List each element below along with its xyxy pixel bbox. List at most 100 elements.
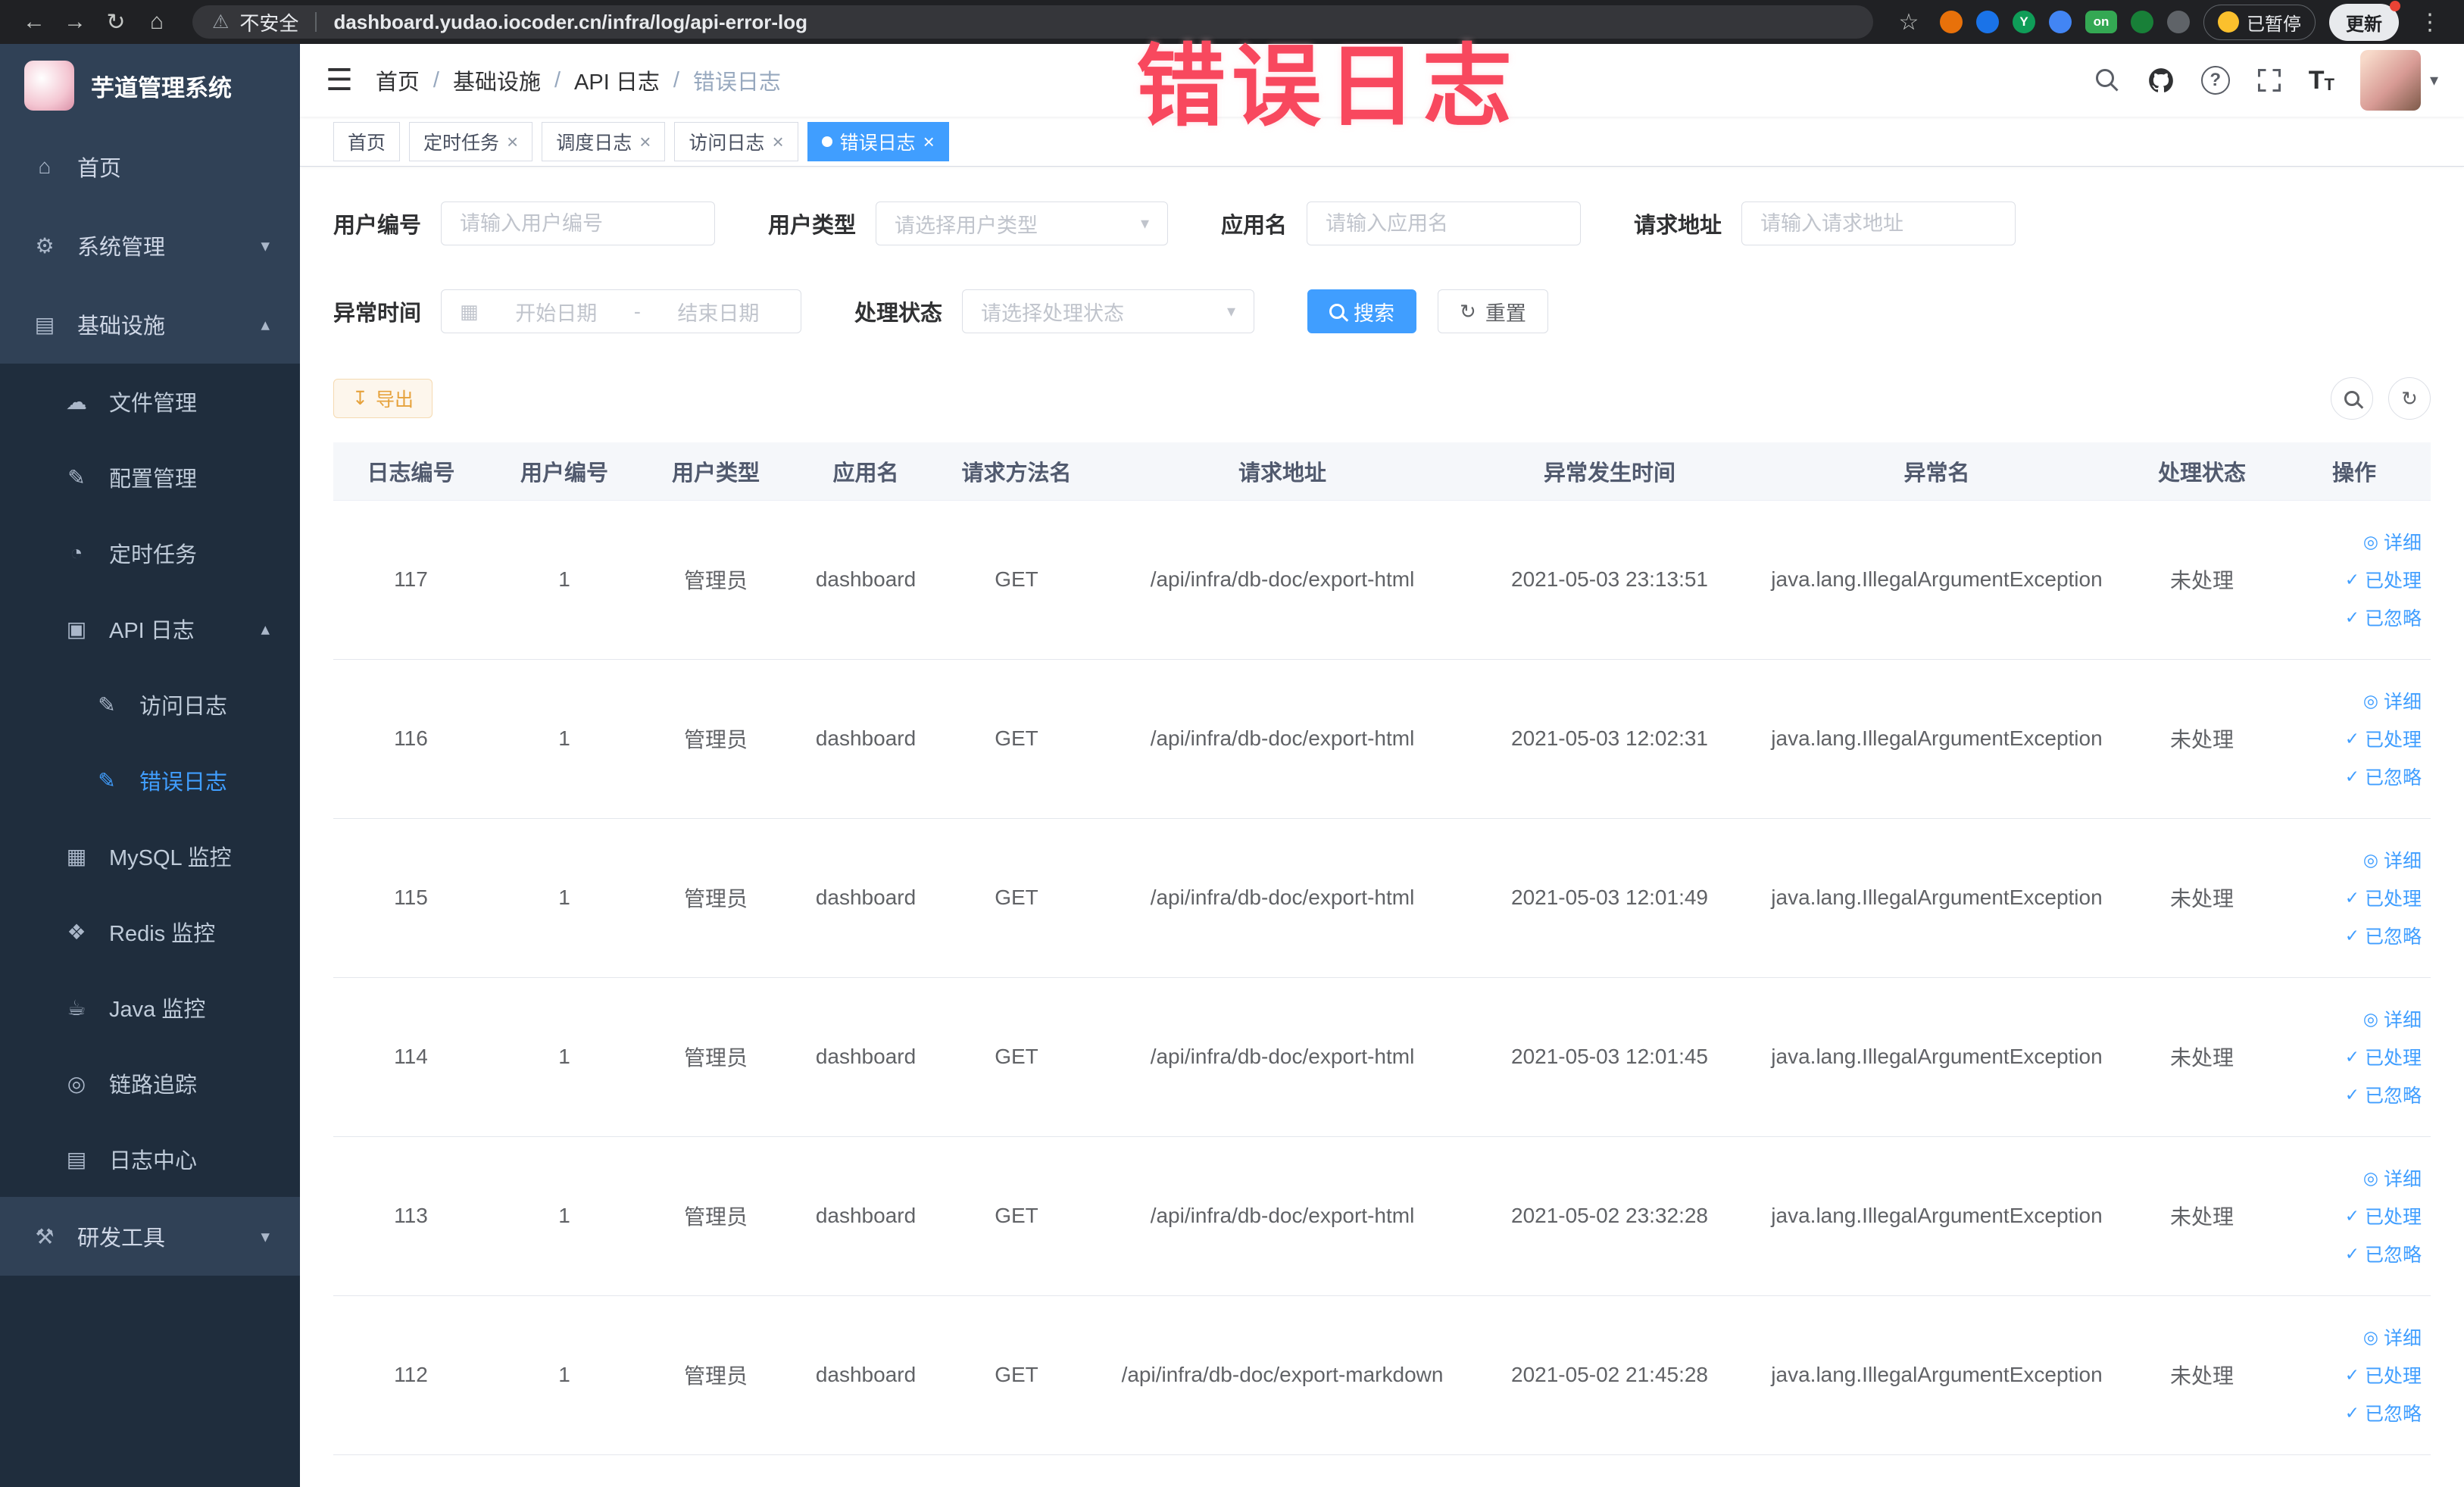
sidebar-item-api-logs[interactable]: ▣ API 日志 ▴ xyxy=(0,591,300,667)
processed-link[interactable]: ✓ 已处理 xyxy=(2345,1202,2422,1229)
detail-link[interactable]: ◎ 详细 xyxy=(2363,687,2422,714)
extension-icon-on[interactable]: on xyxy=(2085,11,2117,33)
cell-log-id: 113 xyxy=(333,1136,489,1296)
eye-icon: ◎ xyxy=(2363,849,2378,870)
cell-user-type: 管理员 xyxy=(640,1136,792,1296)
cell-request-url: /api/infra/db-doc/export-html xyxy=(1093,977,1472,1137)
sidebar-item-dev-tools[interactable]: ⚒ 研发工具 ▾ xyxy=(0,1197,300,1276)
cell-exception-time: 2021-05-03 12:01:49 xyxy=(1472,818,1747,978)
sidebar-item-log-center[interactable]: ▤ 日志中心 xyxy=(0,1121,300,1197)
close-icon[interactable]: × xyxy=(507,132,518,152)
detail-link[interactable]: ◎ 详细 xyxy=(2363,1164,2422,1192)
sidebar-item-file-management[interactable]: ☁ 文件管理 xyxy=(0,364,300,439)
process-status-label: 处理状态 xyxy=(854,301,943,326)
logo[interactable]: 芋道管理系统 xyxy=(0,44,300,127)
processed-link[interactable]: ✓ 已处理 xyxy=(2345,725,2422,752)
cloud-icon: ☁ xyxy=(66,389,87,414)
breadcrumb-item-home[interactable]: 首页 xyxy=(376,64,420,96)
close-icon[interactable]: × xyxy=(639,132,651,152)
search-button[interactable]: 搜索 xyxy=(1307,289,1417,333)
detail-link[interactable]: ◎ 详细 xyxy=(2363,846,2422,873)
detail-link[interactable]: ◎ 详细 xyxy=(2363,1323,2422,1351)
user-type-select[interactable]: 请选择用户类型 ▾ xyxy=(876,201,1169,245)
process-status-select[interactable]: 请选择处理状态 ▾ xyxy=(962,289,1255,333)
refresh-button[interactable]: ↻ xyxy=(2388,377,2431,420)
sidebar-item-system[interactable]: ⚙ 系统管理 ▾ xyxy=(0,206,300,285)
sidebar-item-error-log[interactable]: ✎ 错误日志 xyxy=(0,742,300,818)
sidebar-item-config-management[interactable]: ✎ 配置管理 xyxy=(0,439,300,515)
browser-chrome: ← → ↻ ⌂ ⚠ 不安全 dashboard.yudao.iocoder.cn… xyxy=(0,0,2464,44)
cell-log-id: 112 xyxy=(333,1295,489,1455)
app-name-input[interactable] xyxy=(1307,201,1582,245)
url-bar[interactable]: ⚠ 不安全 dashboard.yudao.iocoder.cn/infra/l… xyxy=(192,5,1873,39)
tab-access-log[interactable]: 访问日志 × xyxy=(674,121,798,161)
user-id-input[interactable] xyxy=(441,201,716,245)
font-size-icon[interactable]: TT xyxy=(2309,67,2334,93)
cell-log-id: 115 xyxy=(333,818,489,978)
chevron-down-icon: ▾ xyxy=(1140,214,1150,233)
help-icon[interactable]: ? xyxy=(2200,66,2230,95)
sidebar-item-infrastructure[interactable]: ▤ 基础设施 ▴ xyxy=(0,285,300,364)
processed-link[interactable]: ✓ 已处理 xyxy=(2345,566,2422,593)
sidebar-item-home[interactable]: ⌂ 首页 xyxy=(0,127,300,206)
cell-app-name: dashboard xyxy=(792,818,940,978)
paused-badge[interactable]: 已暂停 xyxy=(2203,4,2316,40)
tab-schedule-log[interactable]: 调度日志 × xyxy=(542,121,666,161)
exception-time-range[interactable]: ▦ 开始日期 - 结束日期 xyxy=(441,289,802,333)
processed-link[interactable]: ✓ 已处理 xyxy=(2345,1361,2422,1389)
export-button[interactable]: ↧ 导出 xyxy=(333,379,433,418)
sidebar-item-access-log[interactable]: ✎ 访问日志 xyxy=(0,667,300,742)
reset-button[interactable]: ↻ 重置 xyxy=(1438,289,1548,333)
sidebar-item-mysql-monitor[interactable]: ▦ MySQL 监控 xyxy=(0,818,300,894)
ignored-link[interactable]: ✓ 已忽略 xyxy=(2345,1081,2422,1108)
close-icon[interactable]: × xyxy=(772,132,783,152)
ignored-link[interactable]: ✓ 已忽略 xyxy=(2345,1240,2422,1267)
reload-icon[interactable]: ↻ xyxy=(98,9,133,36)
user-menu[interactable]: ▾ xyxy=(2359,50,2438,111)
sidebar-item-redis-monitor[interactable]: ❖ Redis 监控 xyxy=(0,894,300,970)
ignored-link[interactable]: ✓ 已忽略 xyxy=(2345,1399,2422,1426)
breadcrumb-item-infrastructure[interactable]: 基础设施 xyxy=(453,64,541,96)
sidebar-item-trace[interactable]: ◎ 链路追踪 xyxy=(0,1045,300,1121)
sidebar-item-java-monitor[interactable]: ☕ Java 监控 xyxy=(0,970,300,1045)
home-icon[interactable]: ⌂ xyxy=(139,9,174,35)
ignored-link[interactable]: ✓ 已忽略 xyxy=(2345,604,2422,631)
toggle-search-button[interactable] xyxy=(2331,377,2373,420)
calendar-icon: ▦ xyxy=(460,299,479,323)
github-icon[interactable] xyxy=(2147,66,2175,95)
forward-icon[interactable]: → xyxy=(58,9,92,35)
extension-icon-grid[interactable] xyxy=(2049,11,2072,33)
breadcrumb-item-api-logs[interactable]: API 日志 xyxy=(574,64,660,96)
extension-icon-paw[interactable] xyxy=(2167,11,2190,33)
gear-icon: ⚙ xyxy=(35,233,55,258)
detail-link[interactable]: ◎ 详细 xyxy=(2363,528,2422,555)
processed-link[interactable]: ✓ 已处理 xyxy=(2345,884,2422,911)
request-url-input[interactable] xyxy=(1741,201,2016,245)
bookmark-star-icon[interactable]: ☆ xyxy=(1891,9,1926,36)
tab-label: 首页 xyxy=(348,132,386,154)
back-icon[interactable]: ← xyxy=(17,9,52,35)
ignored-link[interactable]: ✓ 已忽略 xyxy=(2345,922,2422,949)
cell-user-type: 管理员 xyxy=(640,977,792,1137)
extension-icon-green-y[interactable]: Y xyxy=(2013,11,2035,33)
extension-icon-orange[interactable] xyxy=(1940,11,1963,33)
fullscreen-icon[interactable] xyxy=(2256,67,2283,94)
extension-icon-leaf[interactable] xyxy=(2131,11,2153,33)
processed-link[interactable]: ✓ 已处理 xyxy=(2345,1043,2422,1070)
tab-scheduled-tasks[interactable]: 定时任务 × xyxy=(409,121,533,161)
tab-home[interactable]: 首页 xyxy=(333,121,401,161)
browser-menu-icon[interactable]: ⋮ xyxy=(2412,9,2447,36)
close-icon[interactable]: × xyxy=(923,132,935,152)
tab-error-log[interactable]: 错误日志 × xyxy=(807,121,949,161)
cell-log-id: 117 xyxy=(333,500,489,660)
detail-link[interactable]: ◎ 详细 xyxy=(2363,1005,2422,1032)
sidebar-item-label: 定时任务 xyxy=(109,543,198,567)
ignored-link[interactable]: ✓ 已忽略 xyxy=(2345,763,2422,790)
search-icon[interactable] xyxy=(2094,67,2121,94)
sidebar-toggle-icon[interactable]: ☰ xyxy=(326,65,353,95)
sidebar-item-scheduled-tasks[interactable]: ◔ 定时任务 xyxy=(0,515,300,591)
extension-icon-blue[interactable] xyxy=(1976,11,1999,33)
log-icon: ▣ xyxy=(66,617,87,641)
database-icon: ▦ xyxy=(66,844,87,868)
update-button[interactable]: 更新 xyxy=(2329,0,2400,41)
